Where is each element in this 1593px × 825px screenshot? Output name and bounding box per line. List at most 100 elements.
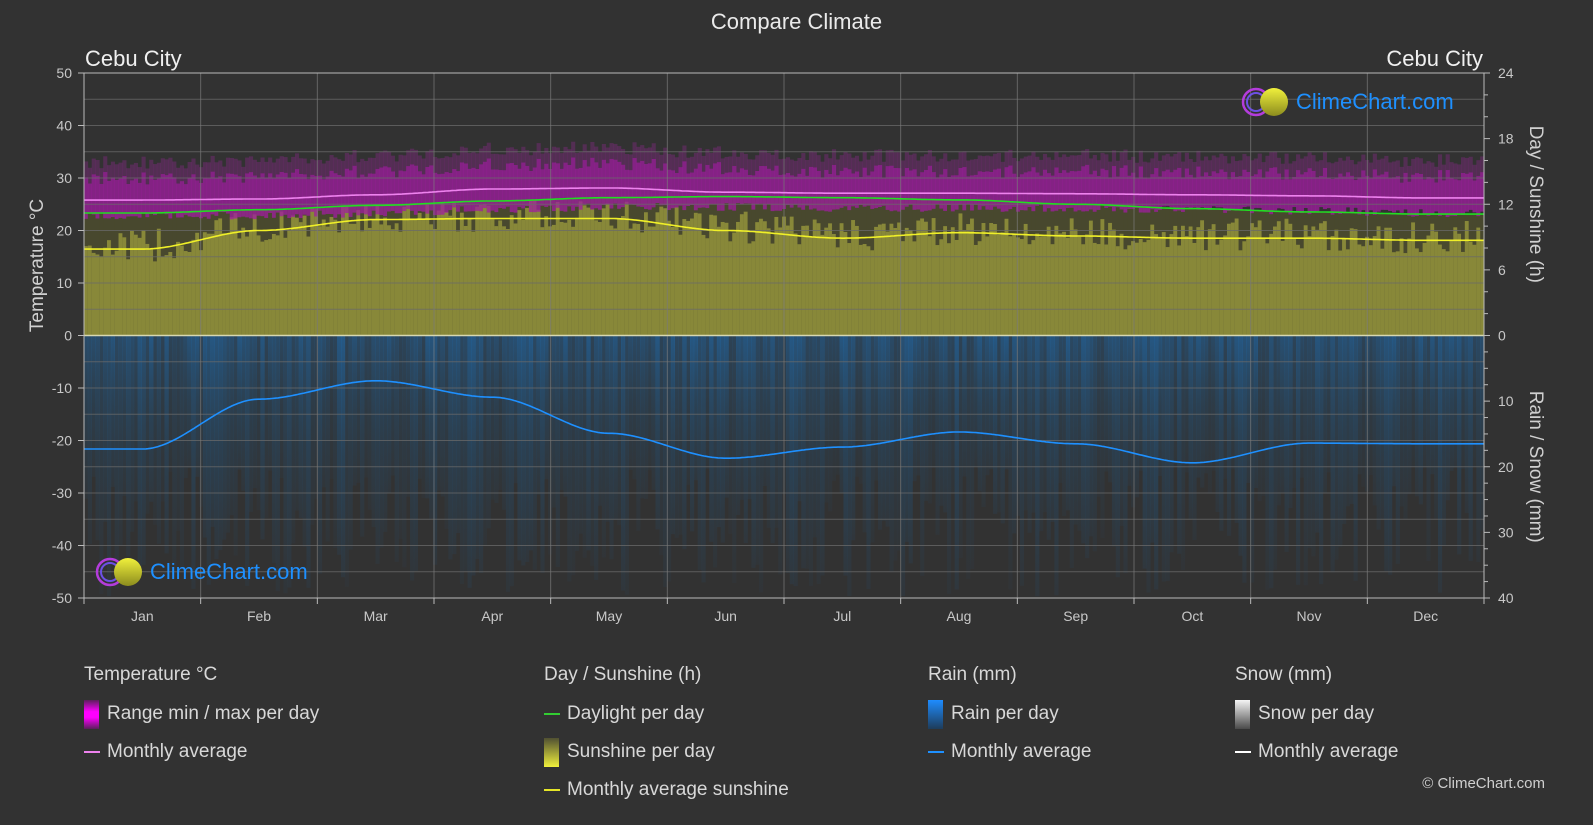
temp-range-column-outer xyxy=(736,156,741,173)
temp-range-column xyxy=(636,162,641,207)
temp-range-column-outer xyxy=(1238,160,1243,177)
rain-column xyxy=(1399,335,1404,507)
rain-column xyxy=(337,335,342,555)
temp-range-column-outer xyxy=(912,153,917,170)
temp-range-column xyxy=(651,158,656,208)
sunshine-column xyxy=(229,217,234,336)
rain-column xyxy=(993,335,998,514)
temp-range-column-outer xyxy=(1453,163,1458,180)
temp-range-column xyxy=(1196,166,1201,210)
sunshine-column xyxy=(321,219,326,336)
temp-range-column xyxy=(1322,167,1328,210)
sunshine-column xyxy=(590,209,595,336)
temp-range-column-outer xyxy=(1349,159,1354,176)
rain-column xyxy=(413,335,418,572)
temp-range-column-outer xyxy=(1414,157,1420,174)
rain-column xyxy=(321,335,326,488)
legend-item-sunshine: Sunshine per day xyxy=(544,737,789,767)
temp-range-column-outer xyxy=(1334,161,1339,178)
temp-range-column-outer xyxy=(540,153,545,170)
temp-range-column-outer xyxy=(110,161,115,178)
temp-range-column xyxy=(168,173,173,219)
legend-label: Monthly average xyxy=(107,741,248,762)
rain-column xyxy=(1457,335,1462,555)
temp-range-column xyxy=(394,177,399,214)
rain-column xyxy=(778,335,783,575)
rain-column xyxy=(1169,335,1174,553)
rain-column xyxy=(202,335,208,538)
sunshine-column xyxy=(137,237,142,336)
rain-column xyxy=(91,335,96,477)
sunshine-column xyxy=(1445,251,1450,336)
rain-column xyxy=(1296,335,1301,585)
sunshine-column xyxy=(724,222,729,336)
temp-range-column-outer xyxy=(970,159,975,176)
left-axis-tick-label: 40 xyxy=(56,118,72,134)
temp-range-column-outer xyxy=(701,155,706,172)
rain-column xyxy=(1184,335,1189,473)
temp-range-column-outer xyxy=(709,152,714,169)
sunshine-column xyxy=(521,219,526,336)
rain-column xyxy=(429,335,434,519)
temp-range-column-outer xyxy=(1127,159,1132,176)
rain-column xyxy=(874,335,879,481)
temp-range-column xyxy=(839,170,844,208)
rain-column xyxy=(310,335,315,525)
sunshine-column xyxy=(371,219,376,336)
sunshine-column xyxy=(1088,220,1094,336)
temp-range-column-outer xyxy=(1296,154,1301,171)
sunshine-column xyxy=(448,215,453,336)
rain-column xyxy=(1395,335,1400,564)
rain-column xyxy=(1453,335,1458,468)
rain-column xyxy=(103,335,108,522)
temp-range-column-outer xyxy=(693,152,698,169)
temp-range-column-outer xyxy=(1288,163,1293,180)
rain-column xyxy=(866,335,871,590)
sunshine-column xyxy=(839,223,844,336)
sunshine-column xyxy=(310,208,315,336)
temp-range-column xyxy=(996,168,1002,209)
temp-range-column-outer xyxy=(805,159,810,176)
temp-range-column-outer xyxy=(720,158,725,175)
legend-label: Monthly average sunshine xyxy=(567,779,789,800)
rain-column xyxy=(475,335,480,560)
temp-range-column xyxy=(156,178,162,213)
sunshine-column xyxy=(954,239,959,336)
sunshine-column xyxy=(690,218,695,336)
sunshine-column xyxy=(877,224,883,336)
temp-range-column-outer xyxy=(103,156,108,173)
temp-range-column-outer xyxy=(145,168,150,185)
left-axis-tick-label: 0 xyxy=(64,328,72,344)
temp-range-column xyxy=(1464,173,1469,212)
temp-range-column xyxy=(379,167,384,216)
sunshine-column xyxy=(298,222,303,336)
sunshine-column xyxy=(509,215,514,336)
temp-range-column-outer xyxy=(1016,161,1021,177)
temp-range-column xyxy=(1238,176,1243,211)
temp-range-column-outer xyxy=(1031,151,1036,168)
rain-column xyxy=(908,335,913,564)
rain-column xyxy=(1219,335,1224,531)
temp-range-column xyxy=(678,167,683,206)
temp-range-column xyxy=(1100,168,1105,205)
right-axis-tick-label: 0 xyxy=(1498,328,1506,344)
rain-column xyxy=(214,335,219,559)
sunshine-column xyxy=(187,251,192,336)
sunshine-column xyxy=(467,218,472,336)
temp-range-column-outer xyxy=(1395,160,1400,177)
temp-range-column-outer xyxy=(225,157,231,174)
temp-range-column xyxy=(222,182,227,213)
temp-range-column-outer xyxy=(893,152,898,168)
sunshine-column xyxy=(574,217,580,336)
rain-column xyxy=(525,335,530,562)
sunshine-column xyxy=(241,227,246,336)
temp-range-column-outer xyxy=(390,155,395,172)
legend-item-temp-avg: Monthly average xyxy=(84,740,319,764)
sunshine-column xyxy=(774,216,779,336)
temp-range-column-outer xyxy=(99,168,104,184)
temp-range-column xyxy=(724,172,729,204)
right-axis-tick-label: 12 xyxy=(1498,196,1514,212)
temp-range-column xyxy=(1315,177,1320,212)
legend-title: Day / Sunshine (h) xyxy=(544,664,702,685)
temp-range-column xyxy=(252,175,257,220)
